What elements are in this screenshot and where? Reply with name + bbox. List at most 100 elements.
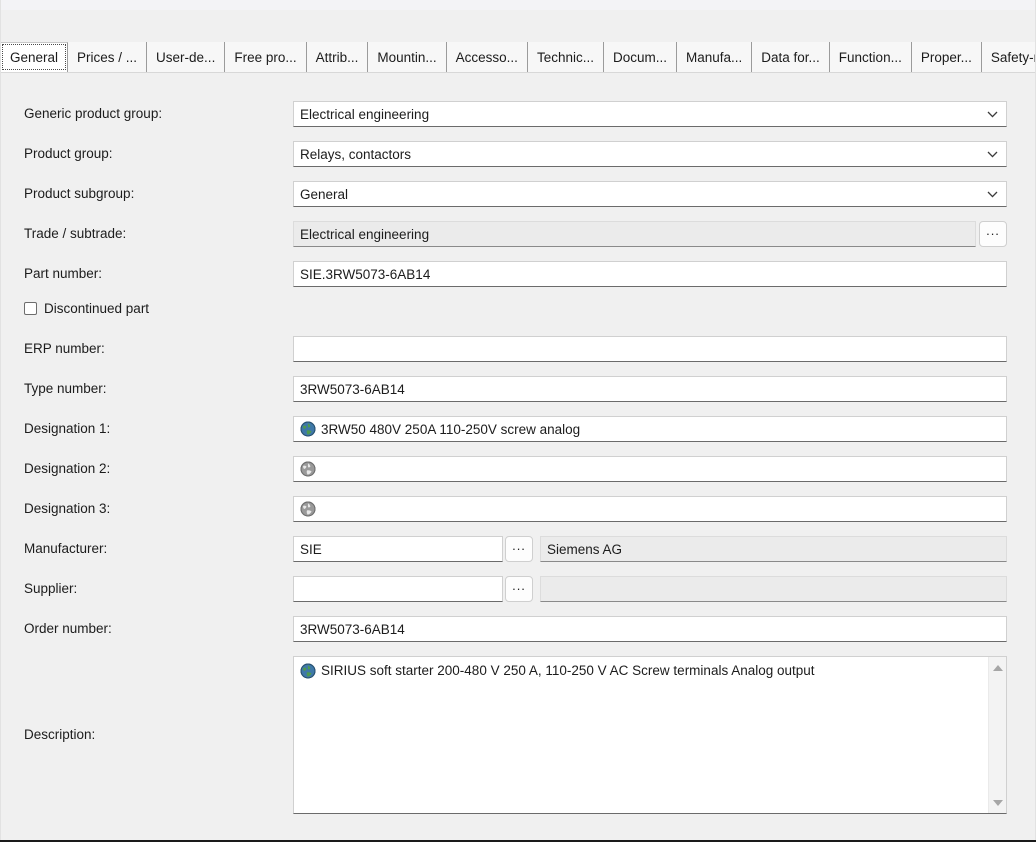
input-part-number[interactable]: SIE.3RW5073-6AB14: [293, 261, 1007, 287]
dialog-left-edge: [0, 0, 1, 842]
label-product-subgroup: Product subgroup:: [24, 186, 135, 201]
label-product-group: Product group:: [24, 146, 113, 161]
row-supplier: Supplier: ...: [0, 576, 1036, 602]
tab-technic[interactable]: Technic...: [527, 42, 604, 72]
input-designation-3[interactable]: [293, 496, 1007, 522]
label-generic-product-group: Generic product group:: [24, 106, 163, 121]
tab-label: User-de...: [156, 49, 216, 65]
value-manufacturer-name: Siemens AG: [547, 541, 623, 557]
tab-accesso[interactable]: Accesso...: [446, 42, 528, 72]
label-part-number: Part number:: [24, 266, 103, 281]
tab-label: Function...: [838, 49, 902, 65]
label-type-number: Type number:: [24, 381, 107, 396]
tab-label: Proper...: [920, 49, 972, 65]
tab-attrib[interactable]: Attrib...: [306, 42, 369, 72]
combo-generic-product-group[interactable]: Electrical engineering: [293, 101, 1007, 127]
value-type-number: 3RW5073-6AB14: [300, 381, 405, 397]
label-description: Description:: [24, 727, 96, 742]
value-part-number: SIE.3RW5073-6AB14: [300, 266, 431, 282]
input-manufacturer-name[interactable]: Siemens AG: [540, 536, 1007, 562]
textarea-description[interactable]: SIRIUS soft starter 200-480 V 250 A, 110…: [293, 656, 1007, 814]
tab-label: Safety-r...: [990, 49, 1036, 65]
tab-data-for[interactable]: Data for...: [752, 42, 830, 72]
value-manufacturer-code: SIE: [300, 541, 322, 557]
label-erp-number: ERP number:: [24, 341, 105, 356]
chevron-down-icon[interactable]: [987, 142, 998, 166]
input-manufacturer-code[interactable]: SIE: [293, 536, 503, 562]
input-designation-1[interactable]: 3RW50 480V 250A 110-250V screw analog: [293, 416, 1007, 442]
row-description: Description: SIRIUS soft starter 200-480…: [0, 656, 1036, 814]
tab-label: Docum...: [612, 49, 667, 65]
product-properties-dialog: General Prices / ... User-de... Free pro...…: [0, 0, 1036, 850]
chevron-down-icon[interactable]: [987, 102, 998, 126]
chevron-down-icon[interactable]: [987, 182, 998, 206]
value-product-group: Relays, contactors: [300, 146, 412, 162]
value-order-number: 3RW5073-6AB14: [300, 621, 405, 637]
browse-manufacturer-button[interactable]: ...: [505, 536, 533, 562]
value-product-subgroup: General: [300, 186, 349, 202]
combo-product-group[interactable]: Relays, contactors: [293, 141, 1007, 167]
row-product-group: Product group: Relays, contactors: [0, 141, 1036, 167]
globe-icon[interactable]: [300, 501, 316, 517]
input-designation-2[interactable]: [293, 456, 1007, 482]
row-manufacturer: Manufacturer: SIE ... Siemens AG: [0, 536, 1036, 562]
input-supplier-name[interactable]: [540, 576, 1007, 602]
label-order-number: Order number:: [24, 621, 112, 636]
dialog-top-strip: [0, 0, 1036, 10]
scroll-up-icon[interactable]: [989, 659, 1006, 676]
row-generic-product-group: Generic product group: Electrical engine…: [0, 101, 1036, 127]
label-supplier: Supplier:: [24, 581, 78, 596]
tab-user-de[interactable]: User-de...: [147, 42, 226, 72]
input-erp-number[interactable]: [293, 336, 1007, 362]
general-tab-panel: Generic product group: Electrical engine…: [0, 73, 1036, 823]
input-supplier-code[interactable]: [293, 576, 503, 602]
browse-supplier-button[interactable]: ...: [505, 576, 533, 602]
row-designation-1: Designation 1: 3RW50 480V 250A 110-250V …: [0, 416, 1036, 442]
tab-label: Mountin...: [377, 49, 437, 65]
label-designation-2: Designation 2:: [24, 461, 111, 476]
globe-icon[interactable]: [300, 461, 316, 477]
row-erp-number: ERP number:: [0, 336, 1036, 362]
tab-docum[interactable]: Docum...: [603, 42, 677, 72]
tab-label: Free pro...: [234, 49, 297, 65]
tab-label: Attrib...: [315, 49, 359, 65]
tab-bar: General Prices / ... User-de... Free pro...…: [0, 42, 1036, 72]
tab-safety-r[interactable]: Safety-r...: [981, 42, 1036, 72]
value-trade-subtrade: Electrical engineering: [300, 226, 430, 242]
tab-proper[interactable]: Proper...: [911, 42, 982, 72]
input-trade-subtrade[interactable]: Electrical engineering: [293, 221, 976, 247]
row-discontinued-part: Discontinued part: [24, 301, 149, 316]
tab-label: General: [10, 50, 59, 65]
row-trade-subtrade: Trade / subtrade: Electrical engineering…: [0, 221, 1036, 247]
input-type-number[interactable]: 3RW5073-6AB14: [293, 376, 1007, 402]
tab-prices[interactable]: Prices / ...: [68, 42, 148, 72]
row-designation-3: Designation 3:: [0, 496, 1036, 522]
dialog-top-filler: [0, 10, 1036, 42]
browse-trade-subtrade-button[interactable]: ...: [979, 221, 1007, 247]
combo-product-subgroup[interactable]: General: [293, 181, 1007, 207]
dialog-bottom-margin: [0, 842, 1036, 850]
tab-function[interactable]: Function...: [829, 42, 912, 72]
label-manufacturer: Manufacturer:: [24, 541, 108, 556]
globe-icon[interactable]: [300, 663, 316, 679]
description-scrollbar[interactable]: [988, 657, 1006, 813]
tab-free-pro[interactable]: Free pro...: [225, 42, 307, 72]
label-trade-subtrade: Trade / subtrade:: [24, 226, 127, 241]
tab-manufa[interactable]: Manufa...: [676, 42, 753, 72]
tab-label: Prices / ...: [77, 49, 138, 65]
value-generic-product-group: Electrical engineering: [300, 106, 430, 122]
label-designation-1: Designation 1:: [24, 421, 111, 436]
tab-label: Technic...: [536, 49, 594, 65]
row-product-subgroup: Product subgroup: General: [0, 181, 1036, 207]
tab-label: Accesso...: [455, 49, 518, 65]
tab-mountin[interactable]: Mountin...: [368, 42, 447, 72]
globe-icon[interactable]: [300, 421, 316, 437]
checkbox-discontinued-part[interactable]: [24, 302, 37, 315]
row-designation-2: Designation 2:: [0, 456, 1036, 482]
scroll-down-icon[interactable]: [989, 794, 1006, 811]
input-order-number[interactable]: 3RW5073-6AB14: [293, 616, 1007, 642]
value-designation-1: 3RW50 480V 250A 110-250V screw analog: [321, 421, 581, 437]
row-type-number: Type number: 3RW5073-6AB14: [0, 376, 1036, 402]
value-description: SIRIUS soft starter 200-480 V 250 A, 110…: [321, 663, 815, 678]
tab-general[interactable]: General: [0, 42, 69, 72]
